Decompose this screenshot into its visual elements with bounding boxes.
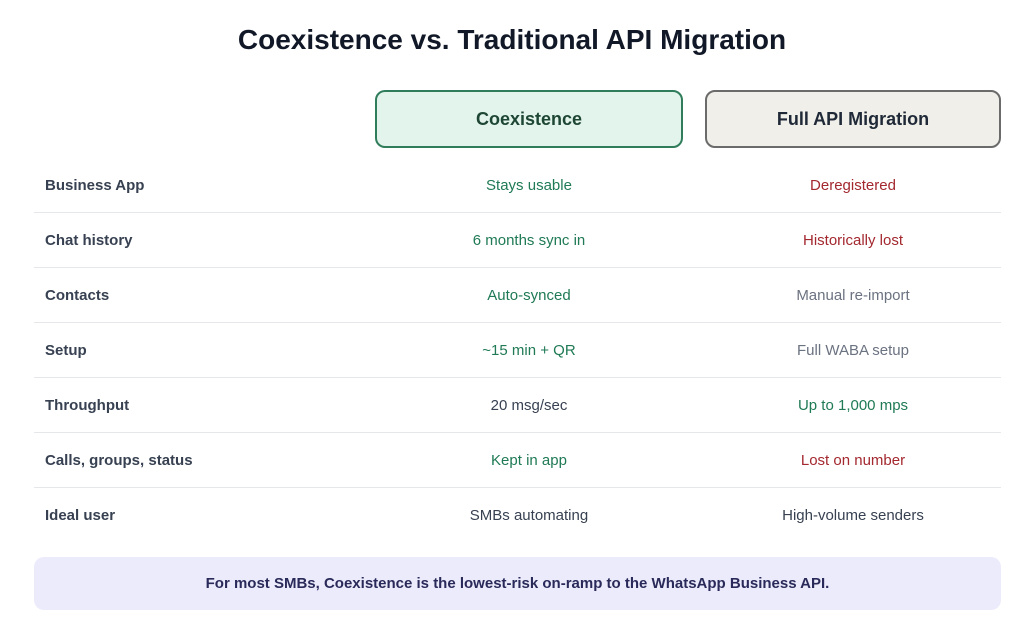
feature-label: Setup [45,341,87,359]
column-header-full-api: Full API Migration [705,90,1001,148]
full-api-value: High-volume senders [782,506,924,524]
coexistence-value: Auto-synced [487,286,571,304]
feature-label: Calls, groups, status [45,451,193,469]
coexistence-value: 20 msg/sec [490,396,568,414]
column-header-coexistence: Coexistence [375,90,683,148]
coexistence-value: Stays usable [486,176,572,194]
coexistence-value: 6 months sync in [472,231,586,249]
full-api-value: Lost on number [800,451,906,469]
table-row: Chat history 6 months sync in Historical… [34,213,1001,268]
column-header-coexistence-label: Coexistence [475,108,583,129]
column-header-full-api-label: Full API Migration [776,108,930,129]
full-api-value: Manual re-import [796,286,910,304]
table-row: Business App Stays usable Deregistered [34,158,1001,213]
feature-label: Ideal user [45,506,116,524]
feature-label: Contacts [45,286,110,304]
full-api-value: Up to 1,000 mps [797,396,909,414]
coexistence-value: Kept in app [491,451,567,469]
summary-callout-text: For most SMBs, Coexistence is the lowest… [205,575,830,592]
coexistence-value: SMBs automating [469,506,589,524]
coexistence-value: ~15 min + QR [482,341,576,359]
table-row: Contacts Auto-synced Manual re-import [34,268,1001,323]
feature-label: Business App [45,176,145,194]
summary-callout: For most SMBs, Coexistence is the lowest… [34,557,1001,610]
table-row: Setup ~15 min + QR Full WABA setup [34,323,1001,378]
full-api-value: Historically lost [802,231,904,249]
table-row: Ideal user SMBs automating High-volume s… [34,488,1001,542]
page-title: Coexistence vs. Traditional API Migratio… [237,24,787,55]
table-row: Calls, groups, status Kept in app Lost o… [34,433,1001,488]
full-api-value: Deregistered [810,176,896,194]
full-api-value: Full WABA setup [797,341,909,359]
table-row: Throughput 20 msg/sec Up to 1,000 mps [34,378,1001,433]
feature-label: Throughput [45,396,130,414]
comparison-table: Business App Stays usable Deregistered C… [34,158,1001,542]
feature-label: Chat history [45,231,133,249]
